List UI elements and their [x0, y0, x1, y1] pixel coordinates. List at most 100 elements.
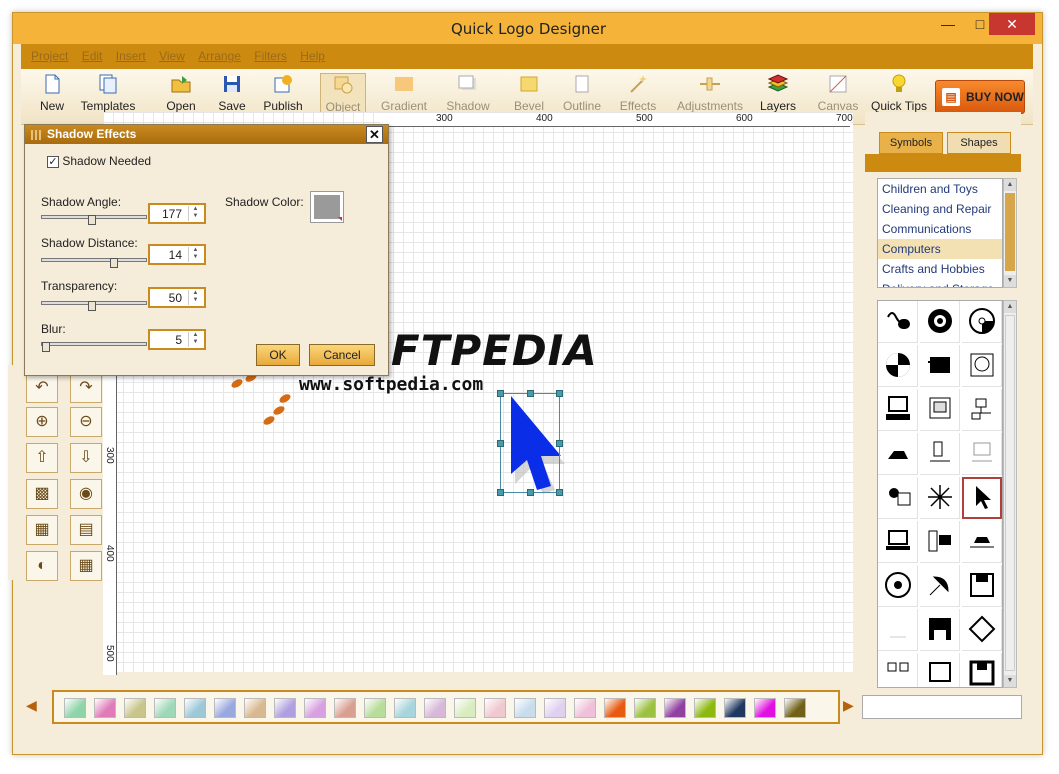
shadow-distance-slider[interactable]	[41, 258, 147, 268]
symbol-laptop-icon[interactable]	[878, 521, 918, 563]
shadow-color-picker[interactable]	[310, 191, 344, 223]
gradient-swatch[interactable]	[664, 698, 686, 718]
dialog-close-icon[interactable]: ✕	[366, 126, 383, 143]
shadow-distance-spinbox[interactable]: 14 ▲ ▼	[148, 244, 206, 265]
gradient-swatch[interactable]	[454, 698, 476, 718]
resize-handle[interactable]	[556, 390, 563, 397]
logo-text[interactable]: FTPEDIA	[391, 326, 598, 375]
category-item-selected[interactable]: Computers	[878, 239, 1002, 259]
bring-forward-icon[interactable]: ⇧	[26, 443, 58, 473]
dialog-title-bar[interactable]: Shadow Effects ✕	[25, 125, 388, 144]
symbol-computer-icon[interactable]	[878, 389, 918, 431]
symbol-desktop-tower-icon[interactable]	[920, 521, 960, 563]
gradient-swatch[interactable]	[694, 698, 716, 718]
blur-slider[interactable]	[41, 342, 147, 352]
symbol-satellite-icon[interactable]	[920, 565, 960, 607]
resize-handle[interactable]	[527, 489, 534, 496]
cancel-button[interactable]: Cancel	[309, 344, 375, 366]
symbol-cd-icon[interactable]	[920, 301, 960, 343]
slider-thumb[interactable]	[110, 258, 118, 268]
gradient-swatch[interactable]	[334, 698, 356, 718]
new-button[interactable]: New	[37, 73, 67, 123]
spin-arrows-icon[interactable]: ▲ ▼	[188, 290, 202, 305]
resize-handle[interactable]	[497, 390, 504, 397]
transparency-slider[interactable]	[41, 301, 147, 311]
symbol-scrollbar[interactable]: ▲ ▼	[1003, 300, 1017, 688]
spin-arrows-icon[interactable]: ▲ ▼	[188, 206, 202, 221]
gradient-swatch[interactable]	[364, 698, 386, 718]
resize-handle[interactable]	[556, 440, 563, 447]
resize-handle[interactable]	[497, 489, 504, 496]
gradient-swatch[interactable]	[754, 698, 776, 718]
shadow-angle-spinbox[interactable]: 177 ▲ ▼	[148, 203, 206, 224]
gradient-swatch[interactable]	[274, 698, 296, 718]
scroll-down-icon[interactable]: ▼	[1004, 675, 1016, 687]
menu-edit[interactable]: Edit	[82, 44, 103, 69]
category-scrollbar[interactable]: ▲ ▼	[1003, 178, 1017, 288]
close-window-button[interactable]: ✕	[989, 13, 1035, 35]
symbol-user-computer-icon[interactable]	[878, 477, 918, 519]
blur-spinbox[interactable]: 5 ▲ ▼	[148, 329, 206, 350]
align-icon[interactable]: ▤	[70, 515, 102, 545]
gradient-swatch[interactable]	[64, 698, 86, 718]
lock-icon[interactable]: ◉	[70, 479, 102, 509]
gradient-swatch[interactable]	[214, 698, 236, 718]
status-input[interactable]	[862, 695, 1022, 719]
menu-filters[interactable]: Filters	[254, 44, 287, 69]
buy-now-button[interactable]: ▤ BUY NOW	[935, 80, 1025, 114]
spin-arrows-icon[interactable]: ▲ ▼	[188, 247, 202, 262]
gradient-swatch[interactable]	[784, 698, 806, 718]
symbol-blank-icon[interactable]	[878, 609, 918, 651]
symbol-disc-icon[interactable]	[962, 301, 1002, 343]
symbol-sparkle-cursor-icon[interactable]	[920, 477, 960, 519]
shadow-angle-slider[interactable]	[41, 215, 147, 225]
gradient-swatch[interactable]	[424, 698, 446, 718]
symbol-cursor-arrow-icon[interactable]	[962, 477, 1002, 519]
tab-shapes[interactable]: Shapes	[947, 132, 1011, 154]
gradient-next-icon[interactable]: ▶	[843, 697, 854, 714]
zoom-in-icon[interactable]: ⊕	[26, 407, 58, 437]
symbol-floppy-2-icon[interactable]	[920, 609, 960, 651]
gradient-swatch[interactable]	[574, 698, 596, 718]
symbol-phone-icon[interactable]	[920, 433, 960, 475]
scroll-up-icon[interactable]: ▲	[1004, 179, 1016, 191]
category-item[interactable]: Delivery and Storage	[878, 279, 1002, 287]
category-item[interactable]: Children and Toys	[878, 179, 1002, 199]
redo-icon[interactable]: ↷	[70, 373, 102, 403]
symbol-network-icon[interactable]	[962, 389, 1002, 431]
transparency-spinbox[interactable]: 50 ▲ ▼	[148, 287, 206, 308]
resize-handle[interactable]	[497, 440, 504, 447]
gradient-swatch[interactable]	[184, 698, 206, 718]
category-item[interactable]: Crafts and Hobbies	[878, 259, 1002, 279]
color-palette-icon[interactable]: ▦	[70, 551, 102, 581]
gradient-swatch[interactable]	[634, 698, 656, 718]
menu-arrange[interactable]: Arrange	[198, 44, 241, 69]
menu-help[interactable]: Help	[300, 44, 325, 69]
symbol-monitor-icon[interactable]	[920, 389, 960, 431]
shadow-needed-checkbox[interactable]: ✓ Shadow Needed	[47, 154, 151, 168]
menu-view[interactable]: View	[159, 44, 185, 69]
zoom-out-icon[interactable]: ⊖	[70, 407, 102, 437]
ok-button[interactable]: OK	[256, 344, 300, 366]
gradient-swatch[interactable]	[724, 698, 746, 718]
symbol-chip-icon[interactable]	[920, 345, 960, 387]
spin-arrows-icon[interactable]: ▲ ▼	[188, 332, 202, 347]
color-fill-icon[interactable]: ◐	[26, 551, 58, 581]
menu-project[interactable]: Project	[31, 44, 68, 69]
minimize-button[interactable]: —	[933, 13, 963, 35]
scroll-up-icon[interactable]: ▲	[1004, 301, 1016, 313]
symbol-floppy-tilted-icon[interactable]	[962, 609, 1002, 651]
gradient-prev-icon[interactable]: ◀	[26, 697, 37, 714]
gradient-swatch[interactable]	[94, 698, 116, 718]
gradient-swatch[interactable]	[544, 698, 566, 718]
symbol-mouse-cable-icon[interactable]	[878, 301, 918, 343]
symbol-pie-disc-icon[interactable]	[878, 345, 918, 387]
resize-handle[interactable]	[527, 390, 534, 397]
symbol-floppy-3-icon[interactable]	[962, 653, 1002, 687]
group-icon[interactable]: ▩	[26, 479, 58, 509]
symbol-printer-2-icon[interactable]	[962, 521, 1002, 563]
symbol-floppy-icon[interactable]	[962, 565, 1002, 607]
resize-handle[interactable]	[556, 489, 563, 496]
symbol-printer-icon[interactable]	[878, 433, 918, 475]
undo-icon[interactable]: ↶	[26, 373, 58, 403]
